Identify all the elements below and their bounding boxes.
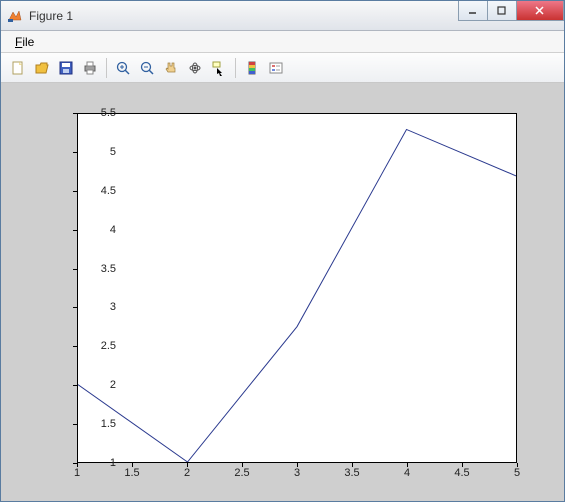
x-tick-label: 2 [167, 467, 207, 479]
line-plot [78, 114, 516, 462]
open-button[interactable] [31, 57, 53, 79]
y-tick-label: 2.5 [76, 340, 116, 352]
x-tick-label: 2.5 [222, 467, 262, 479]
menu-file-rest: ile [22, 35, 34, 49]
y-tick-label: 3 [76, 301, 116, 313]
y-tick-label: 2 [76, 379, 116, 391]
window-controls [459, 1, 564, 21]
figure-window: Figure 1 File [0, 0, 565, 502]
y-tick-label: 5 [76, 146, 116, 158]
toolbar-separator [106, 58, 107, 78]
toolbar [1, 53, 564, 83]
titlebar[interactable]: Figure 1 [1, 1, 564, 31]
zoom-out-button[interactable] [136, 57, 158, 79]
y-tick-label: 1.5 [76, 418, 116, 430]
matlab-icon [7, 8, 23, 24]
axes[interactable] [77, 113, 517, 463]
figure-canvas[interactable]: 11.522.533.544.555.511.522.533.544.55 [1, 83, 564, 501]
x-tick-label: 3 [277, 467, 317, 479]
y-tick-label: 3.5 [76, 263, 116, 275]
toolbar-separator [235, 58, 236, 78]
y-tick-label: 4.5 [76, 185, 116, 197]
print-button[interactable] [79, 57, 101, 79]
data-cursor-button[interactable] [208, 57, 230, 79]
new-figure-button[interactable] [7, 57, 29, 79]
rotate-button[interactable] [184, 57, 206, 79]
menubar: File [1, 31, 564, 53]
x-tick-label: 5 [497, 467, 537, 479]
zoom-in-button[interactable] [112, 57, 134, 79]
x-tick-label: 4 [387, 467, 427, 479]
x-tick-label: 3.5 [332, 467, 372, 479]
y-tick-label: 4 [76, 224, 116, 236]
window-title: Figure 1 [29, 9, 73, 23]
y-tick-label: 5.5 [76, 107, 116, 119]
x-tick-label: 1.5 [112, 467, 152, 479]
x-tick-label: 1 [57, 467, 97, 479]
save-button[interactable] [55, 57, 77, 79]
maximize-button[interactable] [487, 1, 517, 21]
x-tick-label: 4.5 [442, 467, 482, 479]
legend-button[interactable] [265, 57, 287, 79]
close-button[interactable] [516, 1, 564, 21]
minimize-button[interactable] [458, 1, 488, 21]
pan-button[interactable] [160, 57, 182, 79]
colorbar-button[interactable] [241, 57, 263, 79]
menu-file[interactable]: File [9, 33, 40, 51]
